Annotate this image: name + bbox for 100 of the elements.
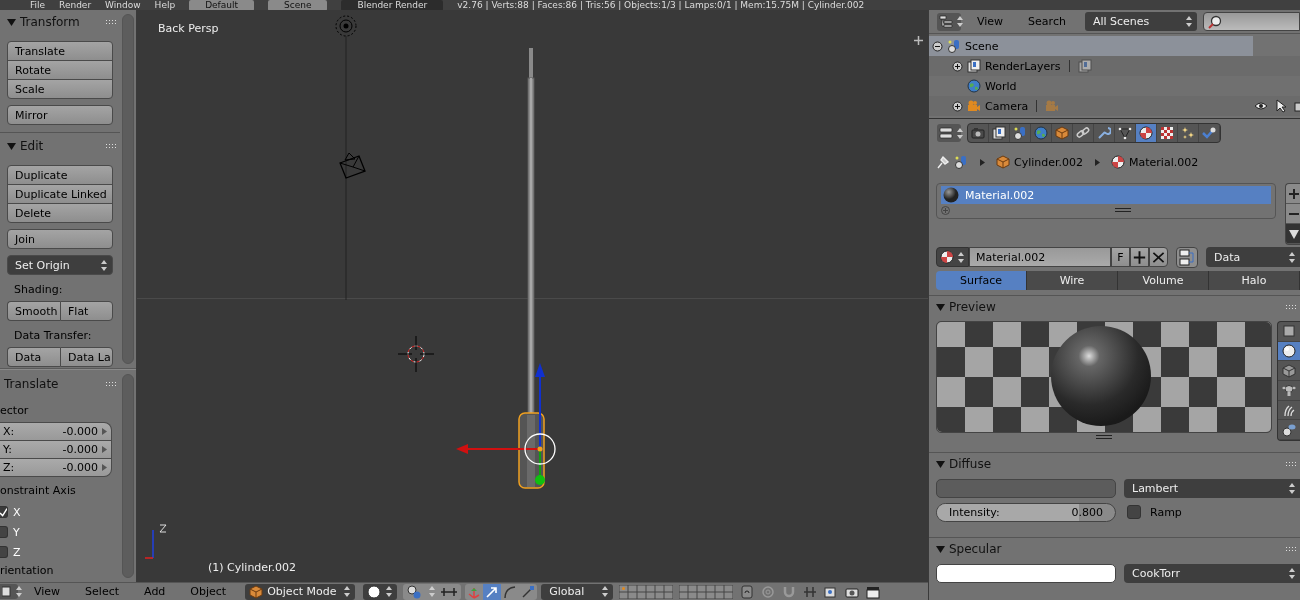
outliner-row[interactable]: Scene — [929, 36, 1253, 56]
panel-title: Translate — [4, 377, 60, 391]
shading-tab[interactable]: Surface — [936, 271, 1027, 290]
caret-down-icon[interactable] — [1286, 224, 1300, 244]
tool-button[interactable]: Flat — [60, 301, 113, 321]
section-label: Shading: — [13, 282, 64, 298]
menu-item[interactable]: Select — [76, 585, 129, 598]
mode-dropdown[interactable]: Object Mode — [245, 583, 356, 600]
context-tab[interactable] — [1199, 124, 1220, 142]
material-slot[interactable]: Material.002 — [941, 186, 1271, 204]
context-tab[interactable] — [989, 124, 1010, 142]
tool-button[interactable]: Mirror — [7, 105, 113, 125]
resize-grip-icon[interactable] — [1115, 208, 1131, 212]
plus-circle-icon[interactable] — [952, 60, 963, 72]
up-down-arrows-icon — [384, 585, 395, 598]
object-label: (1) Cylinder.002 — [208, 561, 297, 574]
preview-shape-button[interactable] — [1278, 322, 1300, 342]
render-snapshot-icon[interactable] — [824, 584, 839, 599]
shading-tab[interactable]: Halo — [1209, 271, 1300, 290]
context-tab[interactable] — [1136, 124, 1157, 142]
orientation-dropdown[interactable]: Global — [541, 583, 614, 600]
checkbox[interactable] — [0, 526, 8, 538]
plus-icon[interactable] — [914, 36, 923, 45]
shader-dropdown[interactable]: Lambert — [1124, 478, 1300, 498]
editor-type-button[interactable] — [937, 12, 961, 31]
close-icon[interactable] — [1149, 247, 1168, 267]
menu-item[interactable]: Add — [135, 585, 175, 598]
outliner-row[interactable]: Camera — [929, 96, 1300, 116]
material-name-field[interactable]: Material.002 — [969, 247, 1111, 267]
outliner-row[interactable]: RenderLayers — [929, 56, 1300, 76]
checkbox-label: Y — [13, 525, 20, 539]
preview-shape-button[interactable] — [1278, 341, 1300, 362]
menu-item[interactable]: View — [968, 15, 1013, 28]
menu-item[interactable]: Render — [59, 0, 92, 10]
eye-icon[interactable] — [1254, 99, 1268, 113]
tool-button[interactable]: Join — [7, 229, 113, 249]
menu-item[interactable]: View — [25, 585, 70, 598]
plus-icon[interactable] — [1130, 247, 1149, 267]
set-origin-dropdown[interactable]: Set Origin — [7, 255, 113, 275]
lock-icon[interactable] — [740, 584, 755, 599]
cursor-arrow-icon[interactable] — [1276, 99, 1286, 113]
scrollbar[interactable] — [122, 14, 134, 364]
3d-viewport[interactable]: Back Persp (1) Cylinder.002 — [137, 10, 928, 583]
shading-dropdown[interactable] — [363, 583, 398, 600]
triangle-down-icon[interactable] — [936, 459, 945, 469]
menu-item[interactable]: File — [30, 0, 46, 10]
number-field[interactable]: Z: -0.000 — [0, 458, 112, 477]
shading-tab[interactable]: Wire — [1027, 271, 1118, 290]
render-engine-dropdown[interactable]: Blender Render — [341, 0, 444, 10]
triangle-down-icon[interactable] — [936, 544, 945, 554]
panel-title[interactable]: Edit — [20, 139, 102, 153]
menu-item[interactable]: Object — [181, 585, 236, 598]
color-swatch[interactable] — [936, 563, 1116, 583]
tool-button[interactable]: Delete — [7, 203, 113, 223]
properties-icon — [939, 126, 953, 140]
triangle-down-icon[interactable] — [936, 302, 945, 312]
tool-button[interactable]: Duplicate — [7, 165, 113, 185]
link-dropdown[interactable]: Data — [1206, 247, 1300, 267]
layout-dropdown[interactable]: Default — [189, 0, 255, 10]
tool-button[interactable]: Smooth — [7, 301, 60, 321]
tool-button[interactable]: Data La — [60, 347, 113, 367]
panel-title[interactable]: Specular — [949, 542, 1282, 556]
tool-button[interactable]: Duplicate Linked — [7, 184, 113, 204]
shader-dropdown[interactable]: CookTorr — [1124, 563, 1300, 583]
resize-grip-icon[interactable] — [1096, 435, 1112, 439]
checkbox[interactable] — [0, 546, 8, 558]
tool-button[interactable]: Data — [7, 347, 60, 367]
menu-item[interactable]: Help — [154, 0, 176, 10]
scrollbar[interactable] — [122, 374, 134, 578]
tool-button[interactable]: Rotate — [7, 60, 113, 80]
plus-circle-icon[interactable] — [952, 100, 963, 112]
grip-dots-icon — [106, 143, 116, 149]
clapperboard-icon[interactable] — [866, 584, 881, 599]
intensity-slider[interactable]: Intensity: 0.800 — [936, 502, 1116, 522]
display-filter-dropdown[interactable]: All Scenes — [1084, 12, 1197, 31]
color-swatch[interactable] — [936, 478, 1116, 498]
scene-dropdown[interactable]: Scene — [268, 0, 328, 10]
pin-icon[interactable] — [936, 155, 950, 169]
context-tab[interactable] — [968, 124, 989, 142]
shading-tab[interactable]: Volume — [1118, 271, 1209, 290]
snap-icon[interactable] — [803, 584, 818, 599]
material-browse-button[interactable] — [936, 247, 969, 267]
menu-item[interactable]: Window — [105, 0, 141, 10]
triangle-down-icon[interactable] — [7, 17, 16, 27]
search-field[interactable] — [1202, 12, 1300, 31]
panel-title[interactable]: Transform — [20, 15, 102, 29]
triangle-down-icon[interactable] — [7, 141, 16, 151]
fake-user-button[interactable]: F — [1111, 247, 1130, 267]
panel-title[interactable]: Diffuse — [949, 457, 1282, 471]
checkbox[interactable] — [0, 506, 8, 518]
node-link-icon[interactable] — [1176, 246, 1198, 268]
arrow-button[interactable] — [483, 583, 502, 600]
tool-button[interactable]: Scale — [7, 79, 113, 99]
checkbox[interactable] — [1127, 505, 1141, 519]
pivot-dropdown[interactable] — [403, 583, 462, 600]
panel-title[interactable]: Preview — [949, 300, 1282, 314]
menu-item[interactable]: Search — [1019, 15, 1075, 28]
minus-circle-icon[interactable] — [932, 40, 943, 52]
editor-type-button[interactable] — [937, 124, 961, 142]
tool-button[interactable]: Translate — [7, 41, 113, 61]
